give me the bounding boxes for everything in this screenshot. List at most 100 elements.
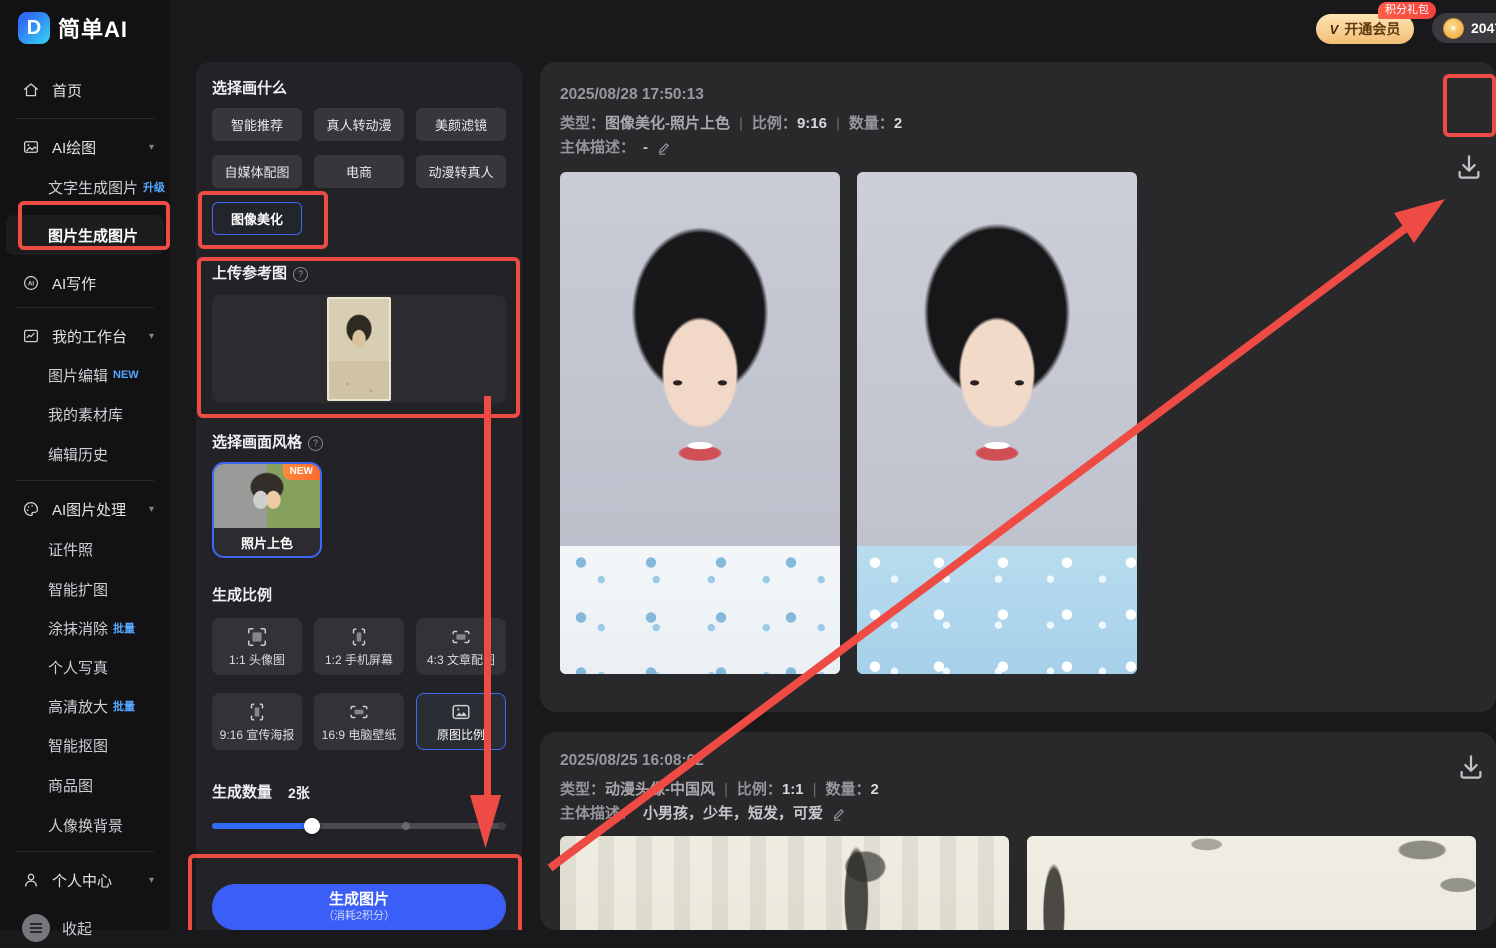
category-image-beautify[interactable]: 图像美化 — [212, 202, 302, 235]
sidebar-item-smudge-remove[interactable]: 涂抹消除 批量 — [0, 609, 170, 647]
workspace-icon — [23, 329, 39, 343]
ratio-original[interactable]: 原图比例 — [416, 693, 506, 750]
category-smart-recommend[interactable]: 智能推荐 — [212, 108, 302, 141]
chevron-down-icon: ▾ — [148, 330, 154, 342]
generate-label: 生成图片 — [328, 891, 389, 908]
crop-wide-icon — [350, 705, 368, 718]
sidebar-collapse[interactable]: 收起 — [0, 908, 170, 948]
sidebar-item-smart-cutout[interactable]: 智能抠图 — [0, 725, 170, 765]
download-icon[interactable] — [1454, 152, 1484, 182]
result-meta: 类型：图像美化-照片上色 | 比例：9:16 | 数量：2 — [560, 115, 903, 132]
sidebar-item-label: 涂抹消除 — [48, 620, 109, 638]
subject-description: 主体描述： - — [560, 138, 1476, 158]
count-slider[interactable] — [212, 818, 506, 834]
sidebar-item-hd-upscale[interactable]: 高清放大 批量 — [0, 687, 170, 725]
sidebar-item-label: 智能抠图 — [48, 737, 109, 755]
edit-icon[interactable] — [831, 807, 846, 822]
vip-icon: V — [1329, 21, 1339, 37]
category-anime-to-real[interactable]: 动漫转真人 — [416, 155, 506, 188]
category-grid: 智能推荐 真人转动漫 美颜滤镜 自媒体配图 电商 动漫转真人 图像美化 — [212, 108, 506, 235]
download-icon[interactable] — [1456, 752, 1486, 782]
category-beauty-filter[interactable]: 美颜滤镜 — [416, 108, 506, 141]
sidebar-item-material-library[interactable]: 我的素材库 — [0, 394, 170, 434]
what-to-draw-title: 选择画什么 — [212, 80, 288, 97]
divider — [16, 307, 154, 308]
sidebar-item-ai-image-processing[interactable]: AI图片处理 ▾ — [0, 489, 170, 529]
ratio-1-1[interactable]: 1:1 头像图 — [212, 618, 302, 675]
generate-image-button[interactable]: 生成图片 （消耗2积分） — [212, 884, 506, 930]
crop-square-icon — [248, 627, 266, 646]
help-icon[interactable]: ? — [308, 435, 324, 451]
chevron-down-icon: ▾ — [148, 503, 154, 515]
generated-image-2[interactable] — [1027, 836, 1476, 930]
category-ecommerce[interactable]: 电商 — [314, 155, 404, 188]
generated-image-2[interactable] — [857, 172, 1137, 674]
sidebar-item-id-photo[interactable]: 证件照 — [0, 529, 170, 569]
upgrade-badge: 升级 — [143, 182, 166, 194]
points-gift-badge: 积分礼包 — [1378, 2, 1436, 19]
ratio-grid: 1:1 头像图 1:2 手机屏幕 4:3 文章配图 9:16 宣传海报 16:9… — [212, 618, 506, 750]
generate-cost-label: （消耗2积分） — [322, 910, 396, 922]
reference-image-uploader[interactable] — [212, 295, 506, 403]
generation-settings-panel: 选择画什么 智能推荐 真人转动漫 美颜滤镜 自媒体配图 电商 动漫转真人 图像美… — [196, 62, 522, 930]
result-card: 2025/08/25 16:08:02 类型：动漫头像-中国风 | 比例：1:1 | 数… — [540, 732, 1496, 930]
count-title: 生成数量 — [212, 784, 273, 801]
slider-thumb[interactable] — [303, 818, 320, 834]
sidebar-item-label: 智能扩图 — [48, 581, 109, 599]
result-timestamp: 2025/08/28 17:50:13 — [560, 86, 704, 103]
sidebar-item-label: 我的素材库 — [48, 406, 124, 424]
sidebar-item-ai-draw[interactable]: AI绘图 ▾ — [0, 127, 170, 167]
reference-photo-thumbnail — [327, 297, 391, 401]
sidebar-item-ai-writing[interactable]: AI AI写作 — [0, 265, 170, 301]
sidebar-item-label: 图片编辑 — [48, 367, 109, 385]
sidebar-item-portrait-bg-swap[interactable]: 人像换背景 — [0, 805, 170, 845]
subject-description: 主体描述： 小男孩，少年，短发，可爱 — [560, 804, 1476, 824]
points-balance[interactable]: ★ 2047积分 — [1432, 13, 1496, 43]
upload-reference-title: 上传参考图 — [212, 265, 288, 282]
sidebar-item-edit-history[interactable]: 编辑历史 — [0, 434, 170, 474]
divider — [16, 118, 154, 119]
sidebar-item-label: 我的工作台 — [52, 328, 128, 346]
sidebar-item-personal-portrait[interactable]: 个人写真 — [0, 647, 170, 687]
ratio-4-3[interactable]: 4:3 文章配图 — [416, 618, 506, 675]
ratio-1-2[interactable]: 1:2 手机屏幕 — [314, 618, 404, 675]
category-real-to-anime[interactable]: 真人转动漫 — [314, 108, 404, 141]
batch-badge: 批量 — [113, 701, 136, 713]
sidebar-item-home[interactable]: 首页 — [0, 68, 170, 112]
sidebar-item-product-image[interactable]: 商品图 — [0, 765, 170, 805]
image-icon — [452, 704, 470, 719]
slider-fill — [212, 823, 312, 829]
sidebar-item-label: 商品图 — [48, 777, 94, 795]
sidebar-item-personal-center[interactable]: 个人中心 ▾ — [0, 860, 170, 900]
sidebar-item-image-edit[interactable]: 图片编辑 NEW — [0, 356, 170, 394]
category-media-illustration[interactable]: 自媒体配图 — [212, 155, 302, 188]
batch-badge: 批量 — [113, 623, 136, 635]
edit-icon[interactable] — [656, 141, 671, 156]
sidebar-item-image-to-image[interactable]: 图片生成图片 — [6, 215, 164, 255]
sidebar-item-label: 文字生成图片 — [48, 179, 139, 197]
style-title: 选择画面风格 — [212, 434, 303, 451]
chevron-down-icon: ▾ — [148, 874, 154, 886]
style-card-photo-colorize[interactable]: NEW 照片上色 — [212, 462, 322, 558]
palette-icon — [23, 501, 39, 517]
person-icon — [25, 873, 37, 887]
chevron-down-icon: ▾ — [148, 141, 154, 153]
sidebar-item-label: 人像换背景 — [48, 817, 124, 835]
sidebar-item-smart-expand[interactable]: 智能扩图 — [0, 569, 170, 609]
result-timestamp: 2025/08/25 16:08:02 — [560, 752, 704, 769]
sidebar-item-text-to-image[interactable]: 文字生成图片 升级 — [0, 169, 170, 205]
ratio-16-9[interactable]: 16:9 电脑壁纸 — [314, 693, 404, 750]
divider — [16, 480, 154, 481]
sidebar-item-label: AI图片处理 — [52, 501, 127, 519]
ratio-9-16[interactable]: 9:16 宣传海报 — [212, 693, 302, 750]
result-meta: 类型：动漫头像-中国风 | 比例：1:1 | 数量：2 — [560, 781, 879, 798]
new-badge: NEW — [282, 464, 320, 480]
sidebar-item-workspace[interactable]: 我的工作台 ▾ — [0, 316, 170, 356]
home-icon — [23, 83, 39, 97]
menu-icon — [22, 914, 50, 942]
ai-write-icon: AI — [24, 276, 38, 290]
style-label: 照片上色 — [240, 535, 293, 551]
help-icon[interactable]: ? — [293, 266, 309, 282]
generated-image-1[interactable] — [560, 172, 840, 674]
generated-image-1[interactable] — [560, 836, 1009, 930]
